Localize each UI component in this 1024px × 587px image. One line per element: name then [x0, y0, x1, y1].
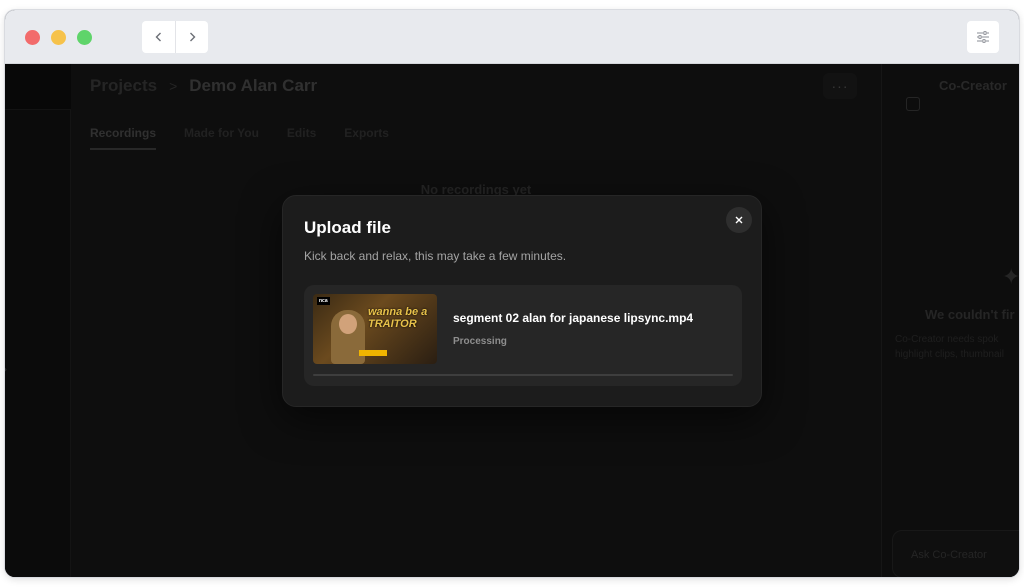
close-dialog-button[interactable] [726, 207, 752, 233]
forward-button[interactable] [175, 21, 208, 53]
thumbnail-face [339, 314, 357, 334]
close-icon [735, 216, 743, 224]
minimize-window-button[interactable] [51, 30, 66, 45]
video-thumbnail: nca wanna be a TRAITOR [313, 294, 437, 364]
upload-file-dialog: Upload file Kick back and relax, this ma… [282, 195, 762, 407]
title-bar [5, 10, 1019, 64]
thumbnail-logo: nca [317, 297, 330, 305]
file-name: segment 02 alan for japanese lipsync.mp4 [453, 311, 694, 325]
chevron-right-icon [190, 32, 196, 42]
dialog-subtitle: Kick back and relax, this may take a few… [304, 249, 567, 263]
app-content: › Projects > Demo Alan Carr ··· Recordin… [5, 64, 1019, 577]
upload-progress-bar [313, 374, 733, 376]
maximize-window-button[interactable] [77, 30, 92, 45]
dialog-title: Upload file [304, 218, 391, 237]
back-button[interactable] [142, 21, 175, 53]
thumbnail-caption: wanna be a TRAITOR [368, 306, 428, 330]
file-status: Processing [453, 336, 507, 347]
thumbnail-lower-third [359, 350, 387, 356]
upload-file-card: nca wanna be a TRAITOR segment 02 alan f… [304, 285, 742, 386]
close-window-button[interactable] [25, 30, 40, 45]
browser-window: › Projects > Demo Alan Carr ··· Recordin… [5, 10, 1019, 577]
navigation-buttons [142, 21, 208, 53]
sliders-icon [977, 31, 989, 43]
settings-button[interactable] [967, 21, 999, 53]
chevron-left-icon [155, 32, 161, 42]
